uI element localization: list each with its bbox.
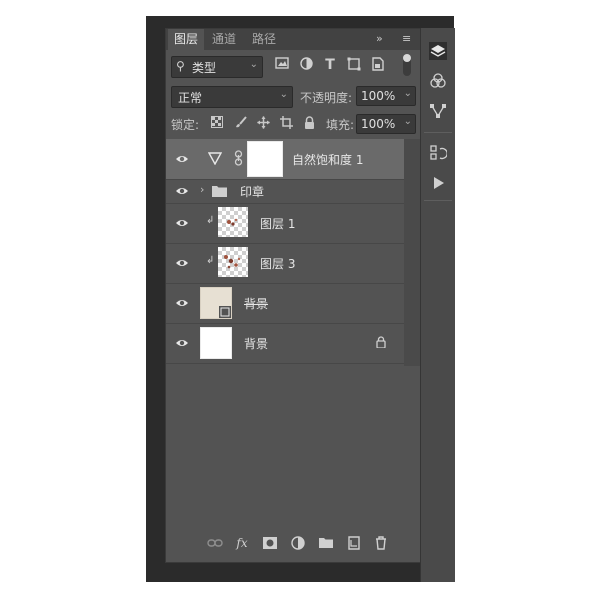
filter-adjustment-icon[interactable]: [298, 57, 314, 73]
lock-transparent-icon[interactable]: [210, 116, 224, 130]
lock-artboard-icon[interactable]: [279, 116, 293, 130]
eye-icon[interactable]: [175, 184, 189, 198]
layer-thumbnail[interactable]: [200, 287, 232, 319]
chevron-down-icon: ⌄: [249, 59, 258, 70]
layer-name[interactable]: 背景: [244, 335, 268, 352]
link-icon[interactable]: [207, 535, 223, 551]
chevron-down-icon: ⌄: [279, 89, 288, 100]
smart-object-badge-icon: [219, 306, 231, 318]
chevron-down-icon: ⌄: [403, 116, 412, 127]
layer-row-layer1[interactable]: ↲ 图层 1: [166, 203, 404, 244]
lock-position-move-icon[interactable]: [256, 116, 270, 130]
blend-mode-value: 正常: [178, 91, 203, 105]
layers-scrollbar[interactable]: [404, 139, 420, 366]
filter-pixel-icon[interactable]: [274, 57, 290, 73]
search-icon: ⚲: [176, 59, 185, 73]
fill-field[interactable]: 100% ⌄: [356, 114, 416, 134]
adjustment-icon[interactable]: [290, 535, 306, 551]
filter-kind-label: 类型: [192, 61, 217, 75]
lock-icon: [376, 336, 386, 348]
filter-toggle[interactable]: [403, 54, 411, 76]
layer-thumbnail[interactable]: [200, 327, 232, 359]
lock-all-icon[interactable]: [302, 116, 316, 130]
fill-value: 100%: [361, 117, 396, 131]
layer-row-background[interactable]: 背景: [166, 323, 404, 364]
filter-smart-object-icon[interactable]: [370, 57, 386, 73]
opacity-label: 不透明度:: [300, 91, 353, 105]
mask-icon[interactable]: [262, 535, 278, 551]
layers-list: 自然饱和度 1 › 印章 ↲ 图层 1 ↲ 图层 3 背景 背景: [166, 139, 404, 366]
layer-name[interactable]: 图层 1: [260, 215, 295, 232]
layers-icon[interactable]: [429, 42, 447, 60]
layer-row-vibrance[interactable]: 自然饱和度 1: [166, 139, 404, 180]
layers-panel: 图层 通道 路径 » ≡ ⚲ 类型 ⌄ T 正常 ⌄ 不透明度: 100% ⌄ …: [165, 28, 421, 563]
clipping-arrow-icon: ↲: [206, 255, 215, 266]
panel-menu-icon[interactable]: ≡: [402, 31, 411, 47]
layers-bottom-bar: fx: [166, 529, 420, 557]
tab-paths[interactable]: 路径: [246, 29, 282, 50]
folder-icon: [212, 186, 227, 197]
layer-name[interactable]: 背景: [244, 295, 268, 312]
eye-icon[interactable]: [175, 256, 189, 270]
layer-row-layer3[interactable]: ↲ 图层 3: [166, 243, 404, 284]
eye-icon[interactable]: [175, 296, 189, 310]
layer-mask-thumbnail[interactable]: [247, 141, 283, 177]
vibrance-triangle-icon: [208, 152, 222, 165]
opacity-value: 100%: [361, 89, 396, 103]
dock-divider: [424, 132, 452, 133]
dock-divider: [424, 200, 452, 201]
new-layer-icon[interactable]: [346, 535, 362, 551]
opacity-field[interactable]: 100% ⌄: [356, 86, 416, 106]
blend-mode-select[interactable]: 正常 ⌄: [171, 86, 293, 108]
layer-name[interactable]: 自然饱和度 1: [292, 151, 363, 168]
layer-row-background-smart[interactable]: 背景: [166, 283, 404, 324]
layer-filter-select[interactable]: ⚲ 类型 ⌄: [171, 56, 263, 78]
paths-icon[interactable]: [429, 102, 447, 120]
fill-label: 填充:: [326, 118, 355, 132]
eye-icon[interactable]: [175, 336, 189, 350]
lock-label: 锁定:: [171, 118, 200, 132]
trash-icon[interactable]: [373, 535, 389, 551]
layer-thumbnail[interactable]: [218, 207, 248, 237]
lock-pixels-brush-icon[interactable]: [234, 116, 248, 130]
eye-icon[interactable]: [175, 216, 189, 230]
filter-shape-icon[interactable]: [346, 57, 362, 73]
mask-link-icon[interactable]: [234, 150, 243, 166]
layer-name[interactable]: 印章: [240, 183, 264, 200]
filter-type-icon[interactable]: T: [322, 57, 338, 73]
layer-thumbnail[interactable]: [218, 247, 248, 277]
layer-row-group[interactable]: › 印章: [166, 179, 404, 204]
actions-play-icon[interactable]: [429, 174, 447, 192]
channels-icon[interactable]: [429, 72, 447, 90]
panel-tab-bar: 图层 通道 路径 » ≡: [166, 29, 420, 50]
collapse-panel-icon[interactable]: »: [376, 31, 383, 47]
chevron-down-icon: ⌄: [403, 88, 412, 99]
panel-dock: [420, 28, 455, 582]
chevron-right-icon[interactable]: ›: [200, 183, 204, 196]
eye-icon[interactable]: [175, 152, 189, 166]
layer-name[interactable]: 图层 3: [260, 255, 295, 272]
history-icon[interactable]: [429, 144, 447, 162]
clipping-arrow-icon: ↲: [206, 215, 215, 226]
folder-icon[interactable]: [318, 535, 334, 551]
fx-icon[interactable]: fx: [234, 535, 250, 551]
tab-layers[interactable]: 图层: [168, 29, 205, 50]
tab-channels[interactable]: 通道: [206, 29, 242, 50]
